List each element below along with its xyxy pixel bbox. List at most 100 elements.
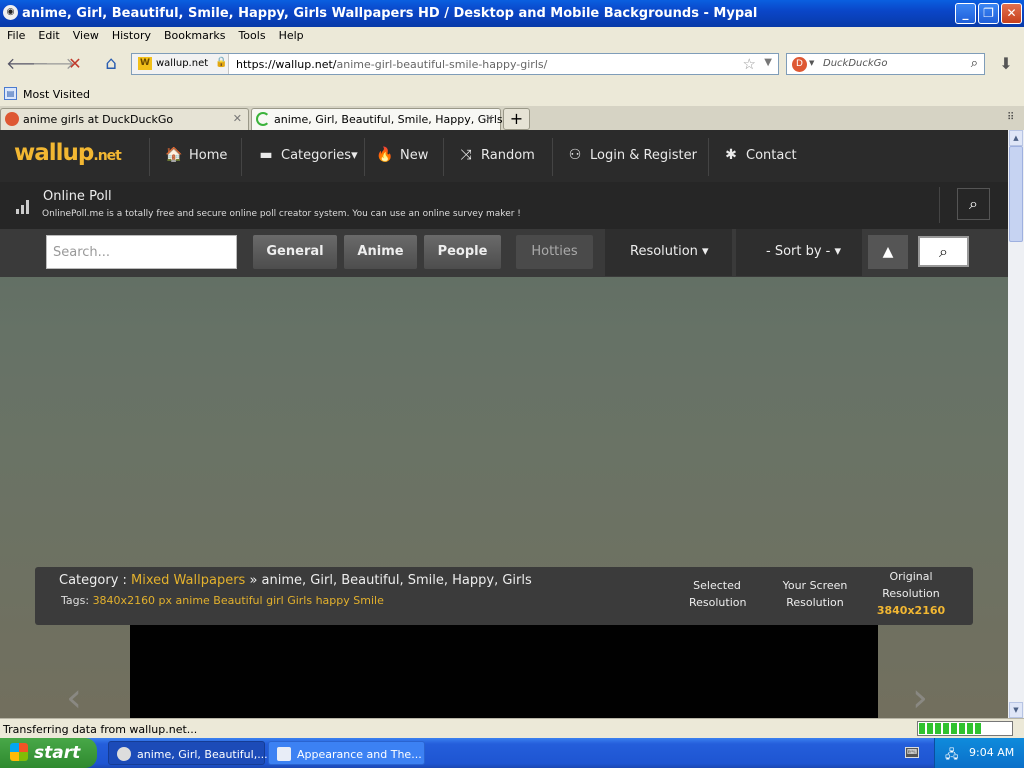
nav-login-register[interactable]: ⚇ Login & Register	[566, 147, 697, 163]
menu-file[interactable]: File	[0, 27, 31, 42]
tab-duckduckgo[interactable]: anime girls at DuckDuckGo ✕	[0, 108, 249, 130]
scroll-up-arrow-icon[interactable]: ▲	[1009, 130, 1023, 146]
scroll-up-button[interactable]: ▲	[868, 235, 908, 269]
menu-view[interactable]: View	[66, 27, 105, 42]
nav-label: Categories	[281, 148, 352, 163]
tab-label: anime girls at DuckDuckGo	[23, 113, 174, 126]
scrollbar-thumb[interactable]	[1009, 146, 1023, 242]
filter-people-button[interactable]: People	[424, 235, 501, 269]
poll-title[interactable]: Online Poll	[43, 189, 112, 204]
search-box[interactable]: D ▼ DuckDuckGo ⌕	[786, 53, 985, 75]
filter-general-button[interactable]: General	[253, 235, 337, 269]
shuffle-icon: ⤨	[460, 147, 472, 163]
window-titlebar[interactable]: ◉ anime, Girl, Beautiful, Smile, Happy, …	[0, 0, 1024, 27]
scroll-down-arrow-icon[interactable]: ▼	[1009, 702, 1023, 718]
wallpaper-image[interactable]	[130, 625, 878, 718]
tags-links[interactable]: 3840x2160 px anime Beautiful girl Girls …	[93, 594, 384, 607]
folder-icon: ▬	[259, 147, 273, 163]
category-line: Category : Mixed Wallpapers » anime, Gir…	[59, 573, 532, 588]
sort-by-dropdown[interactable]: - Sort by - ▾	[766, 244, 841, 259]
tab-list-icon[interactable]: ⠿	[1007, 112, 1014, 123]
progress-fill	[919, 723, 983, 734]
nav-categories[interactable]: ▬ Categories▾	[257, 147, 358, 163]
site-logo[interactable]: wallup.net	[14, 140, 122, 166]
start-button[interactable]: start	[0, 738, 97, 768]
menu-help[interactable]: Help	[272, 27, 310, 42]
url-path: anime-girl-beautiful-smile-happy-girls/	[336, 58, 548, 71]
url-bar[interactable]: W wallup.net 🔒 https://wallup.net/anime-…	[131, 53, 779, 75]
home-button[interactable]: ⌂	[98, 52, 124, 76]
label: Resolution	[689, 596, 747, 609]
menu-edit[interactable]: Edit	[31, 27, 65, 42]
your-screen-resolution[interactable]: Your Screen Resolution	[779, 577, 851, 611]
forward-button[interactable]: 🡒	[32, 52, 75, 76]
site-identity-label: wallup.net	[156, 58, 209, 69]
page-content[interactable]: wallup.net 🏠 Home ▬ Categories▾ 🔥 New ⤨ Rand…	[0, 130, 1008, 718]
taskbar-item-appearance[interactable]: Appearance and The...	[268, 741, 425, 765]
poll-banner[interactable]: Online Poll OnlinePoll.me is a totally f…	[0, 182, 1008, 229]
nav-contact[interactable]: ✱ Contact	[722, 147, 796, 163]
maximize-button[interactable]: ❐	[978, 3, 999, 24]
stop-button[interactable]: ✕	[62, 52, 88, 76]
nav-label: Login & Register	[590, 148, 697, 163]
poll-description: OnlinePoll.me is a totally free and secu…	[42, 209, 521, 219]
category-title: » anime, Girl, Beautiful, Smile, Happy, …	[245, 573, 532, 588]
site-search-toggle-icon[interactable]: ⌕	[957, 188, 990, 220]
tab-wallup[interactable]: anime, Girl, Beautiful, Smile, Happy, Gi…	[251, 108, 517, 130]
filter-bar: Search... General Anime People Hotties R…	[0, 229, 1008, 277]
search-icon[interactable]: ⌕	[971, 56, 978, 71]
downloads-button[interactable]: ⬇	[993, 52, 1019, 76]
duckduckgo-icon[interactable]: D	[792, 57, 807, 72]
menu-tools[interactable]: Tools	[231, 27, 271, 42]
tab-label: anime, Girl, Beautiful, Smile, Happy, Gi…	[274, 113, 517, 126]
lock-icon: 🔒	[215, 57, 228, 68]
filter-anime-button[interactable]: Anime	[344, 235, 417, 269]
taskbar-item-mypal[interactable]: anime, Girl, Beautiful,...	[108, 741, 268, 765]
back-button[interactable]: 🡐	[6, 52, 49, 76]
search-submit-button[interactable]: ⌕	[918, 236, 969, 267]
prev-arrow-icon[interactable]: ‹	[66, 675, 82, 718]
mypal-icon: ◉	[3, 5, 18, 20]
keyboard-icon[interactable]: ⌨	[905, 747, 919, 758]
url-text[interactable]: https://wallup.net/anime-girl-beautiful-…	[236, 58, 547, 71]
nav-random[interactable]: ⤨ Random	[457, 147, 534, 163]
site-identity-button[interactable]: W wallup.net 🔒	[132, 54, 229, 74]
network-icon[interactable]: 🖧	[945, 745, 959, 761]
menu-bookmarks[interactable]: Bookmarks	[157, 27, 231, 42]
menu-bar: File Edit View History Bookmarks Tools Help	[0, 27, 1024, 46]
nav-home[interactable]: 🏠 Home	[165, 147, 227, 163]
site-header: wallup.net 🏠 Home ▬ Categories▾ 🔥 New ⤨ Rand…	[0, 130, 1008, 182]
menu-history[interactable]: History	[105, 27, 157, 42]
nav-new[interactable]: 🔥 New	[376, 147, 428, 163]
original-resolution-value: 3840x2160	[876, 604, 946, 617]
next-arrow-icon[interactable]: ›	[912, 675, 928, 718]
selected-resolution[interactable]: Selected Resolution	[689, 577, 747, 611]
category-link[interactable]: Mixed Wallpapers	[131, 573, 245, 588]
caret-down-icon: ▾	[351, 148, 358, 163]
taskbar: start anime, Girl, Beautiful,... Appeara…	[0, 738, 1024, 768]
minimize-button[interactable]: _	[955, 3, 976, 24]
url-dropdown-icon[interactable]: ▼	[764, 57, 772, 68]
filter-hotties-button[interactable]: Hotties	[516, 235, 593, 269]
fire-icon: 🔥	[376, 147, 394, 163]
category-prefix: Category :	[59, 573, 132, 588]
vertical-scrollbar[interactable]: ▲ ▼	[1008, 130, 1024, 718]
loading-progress-bar	[917, 721, 1013, 736]
resolution-dropdown[interactable]: Resolution ▾	[630, 244, 709, 259]
clock[interactable]: 9:04 AM	[969, 746, 1014, 759]
most-visited-icon: ▤	[4, 87, 17, 100]
label: Original	[889, 570, 933, 583]
logo-tld: .net	[93, 148, 122, 164]
new-tab-button[interactable]: +	[503, 108, 530, 130]
nav-label: Home	[189, 148, 228, 163]
close-button[interactable]: ✕	[1001, 3, 1022, 24]
bookmark-most-visited[interactable]: Most Visited	[23, 88, 90, 101]
original-resolution[interactable]: Original Resolution 3840x2160	[875, 568, 947, 619]
tab-close-icon[interactable]: ✕	[233, 112, 242, 125]
site-search-input[interactable]: Search...	[46, 235, 237, 269]
tab-close-icon[interactable]: ✕	[485, 112, 494, 125]
home-icon: 🏠	[165, 147, 183, 163]
bookmark-star-icon[interactable]: ☆	[743, 55, 756, 73]
search-engine-dropdown-icon[interactable]: ▼	[809, 59, 814, 67]
tags-line: Tags: 3840x2160 px anime Beautiful girl …	[61, 594, 384, 607]
